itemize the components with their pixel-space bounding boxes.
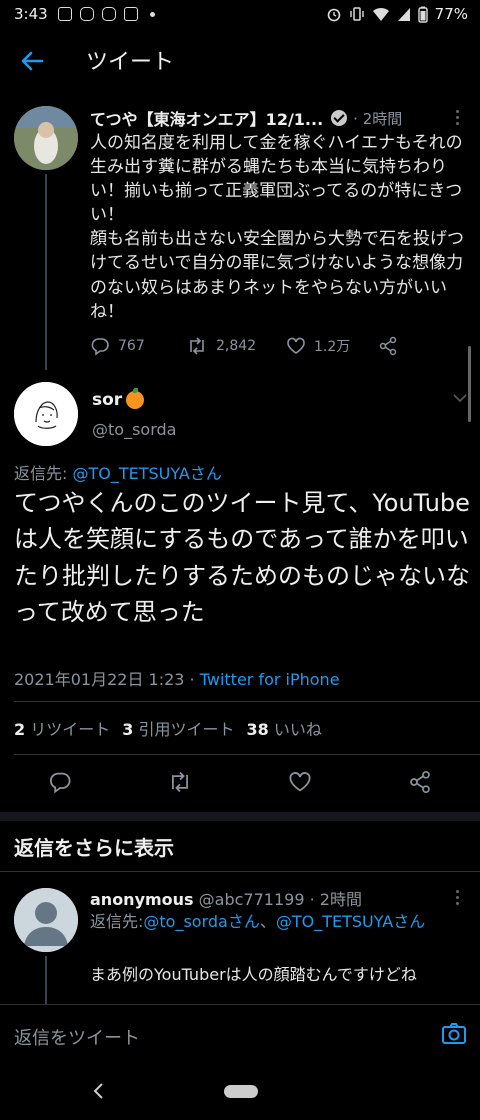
vibrate-icon [349, 7, 364, 21]
more-notifications-dot [150, 11, 155, 17]
tweet-text: てつやくんのこのツイート見て、YouTubeは人を笑顔にするものであって誰かを叩… [14, 489, 470, 627]
chevron-left-icon [93, 1083, 103, 1099]
tweet-text: 人の知名度を利用して金を稼ぐハイエナもそれの生み出す糞に群がる蝿たちも本当に気持… [90, 133, 464, 322]
reply-to-line: 返信先: @TO_TETSUYAさん [14, 460, 222, 484]
mention-link[interactable]: @TO_TETSUYAさん [73, 464, 222, 483]
camera-button[interactable] [440, 1020, 468, 1048]
reply-count: 767 [118, 338, 145, 354]
reply-icon [49, 772, 71, 794]
tweet-text: まあ例のYouTuberは人の顔踏むんですけどね [90, 965, 417, 984]
divider [14, 701, 480, 702]
wifi-icon [372, 7, 389, 21]
system-icons: 77% [326, 5, 468, 23]
signal-icon [397, 8, 410, 21]
chevron-down-icon [453, 394, 467, 403]
retweet-button[interactable] [167, 770, 193, 794]
user-handle: @to_sorda [92, 420, 177, 439]
tweet-time: · 2時間 [353, 109, 403, 128]
pay-icon [124, 7, 138, 21]
more-options-icon[interactable] [456, 890, 460, 908]
display-name-text: sor [92, 390, 123, 410]
page-title: ツイート [86, 50, 175, 75]
battery-level: 77% [434, 5, 468, 23]
display-name[interactable]: てつや【東海オンエア】12/1... [90, 106, 323, 130]
heart-icon [287, 337, 305, 354]
share-button[interactable] [408, 770, 432, 794]
share-icon [379, 336, 397, 356]
handle-time: @abc771199 · 2時間 [198, 890, 362, 909]
tweet-meta: 2021年01月22日 1:23 · Twitter for iPhone [14, 666, 340, 690]
display-name[interactable]: anonymous [90, 890, 194, 909]
battery-icon [417, 6, 428, 23]
verified-badge-icon [331, 110, 348, 126]
mention-link[interactable]: @TO_TETSUYAさん [276, 912, 425, 931]
quotes-stat[interactable]: 3 引用ツイート [122, 716, 234, 740]
tweet-header: てつや【東海オンエア】12/1... · 2時間 [90, 106, 430, 130]
divider [14, 754, 480, 755]
retweet-count: 2,842 [216, 338, 257, 354]
tweet-stats: 2 リツイート 3 引用ツイート 38 いいね [14, 716, 322, 740]
more-replies-heading: 返信をさらに表示 [14, 836, 174, 860]
retweet-icon [190, 337, 204, 355]
retweet-icon [172, 771, 188, 793]
camera-icon [442, 1023, 466, 1044]
status-time: 3:43 [14, 5, 48, 23]
reply-input[interactable]: 返信をツイート [14, 1024, 140, 1050]
thread-line [45, 956, 47, 1004]
mention-link[interactable]: @to_sordaさん [143, 912, 259, 931]
display-name[interactable]: sor [92, 388, 145, 410]
reply-button[interactable]: 767 [90, 336, 186, 356]
reply-icon [91, 338, 109, 356]
arrow-left-icon [21, 51, 44, 71]
tweet-date: 2021年01月22日 1:23 · [14, 670, 195, 689]
scrollbar[interactable] [468, 346, 471, 422]
tweet-menu-button[interactable] [452, 392, 468, 404]
section-divider [0, 812, 480, 821]
retweets-stat[interactable]: 2 リツイート [14, 716, 110, 740]
thread-line [45, 174, 47, 370]
default-avatar-icon [14, 888, 78, 952]
share-icon [410, 770, 430, 794]
retweet-button[interactable]: 2,842 [186, 336, 286, 356]
divider [0, 871, 480, 872]
instagram-icon [80, 7, 94, 21]
share-button[interactable] [378, 336, 398, 356]
notification-icons [58, 7, 155, 21]
tweet-actions: 767 2,842 1.2万 [90, 336, 410, 356]
heart-icon [289, 772, 311, 792]
gallery-icon [58, 7, 72, 21]
back-button[interactable] [18, 48, 50, 74]
like-button[interactable] [288, 770, 312, 794]
like-count: 1.2万 [314, 339, 351, 355]
like-button[interactable]: 1.2万 [286, 336, 378, 356]
more-options-icon[interactable] [456, 110, 460, 128]
avatar[interactable] [14, 888, 78, 952]
avatar[interactable] [14, 106, 78, 170]
likes-stat[interactable]: 38 いいね [247, 716, 322, 740]
reply-button[interactable] [48, 770, 72, 794]
avatar[interactable] [14, 382, 78, 446]
nav-home-pill[interactable] [224, 1085, 258, 1098]
reply-to-line: 返信先:@to_sordaさん、@TO_TETSUYAさん [90, 912, 426, 931]
instagram-icon [102, 7, 116, 21]
tweet-source[interactable]: Twitter for iPhone [200, 670, 340, 689]
tweet-header: anonymous @abc771199 · 2時間 [90, 886, 362, 910]
alarm-icon [327, 8, 340, 22]
nav-back-button[interactable] [92, 1082, 106, 1100]
reply-to-prefix: 返信先: [14, 464, 68, 483]
orange-emoji-icon [126, 388, 145, 409]
